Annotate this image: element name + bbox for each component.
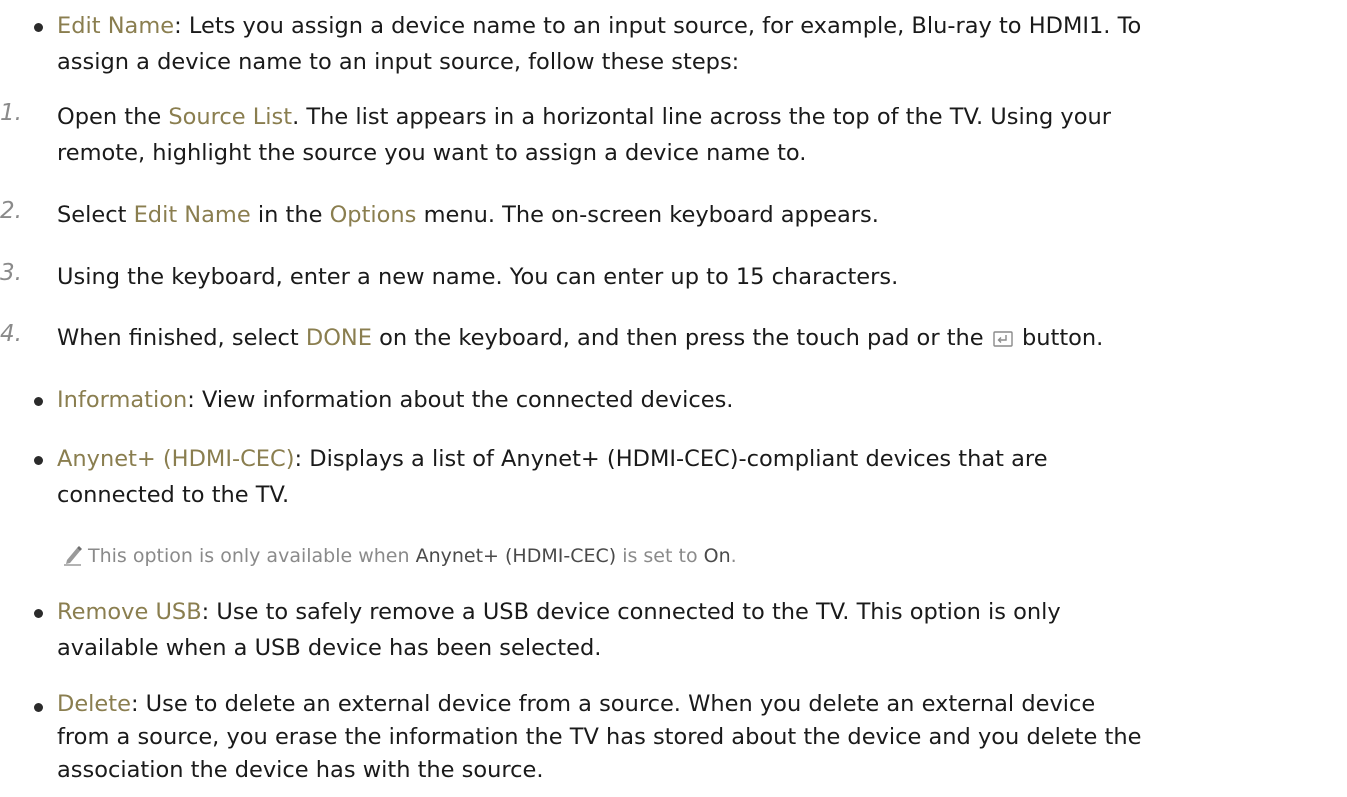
- bullet-text: Edit Name: Lets you assign a device name…: [57, 13, 1142, 75]
- bullet-text: Anynet+ (HDMI-CEC): Displays a list of A…: [57, 446, 1048, 508]
- term-remove-usb: Remove USB: [57, 599, 202, 625]
- step-text: Select Edit Name in the Options menu. Th…: [57, 202, 879, 228]
- bullet-text: Remove USB: Use to safely remove a USB d…: [57, 599, 1061, 661]
- enter-button-icon: [993, 322, 1013, 347]
- term-delete: Delete: [57, 691, 131, 717]
- bullet-dot: [34, 609, 43, 618]
- term-information: Information: [57, 387, 188, 413]
- step-text: When finished, select DONE on the keyboa…: [57, 320, 1342, 356]
- keyword-done: DONE: [305, 325, 372, 351]
- term-edit-name: Edit Name: [57, 13, 175, 39]
- bullet-dot: [34, 23, 43, 32]
- term-anynet: Anynet+ (HDMI-CEC): [57, 446, 295, 472]
- bullet-dot: [34, 703, 43, 712]
- bullet-text: Delete: Use to delete an external device…: [57, 691, 1142, 783]
- bullet-dot: [34, 456, 43, 465]
- bullet-dot: [34, 397, 43, 406]
- keyword-source-list: Source List: [168, 104, 293, 130]
- note-keyword-on: On: [703, 545, 731, 567]
- note-text: This option is only available when Anyne…: [88, 545, 737, 567]
- step-number: 2.: [0, 198, 22, 224]
- step-number: 4.: [0, 321, 22, 347]
- edit-name-desc-line1: Lets you assign a device name to an inpu…: [188, 13, 1142, 39]
- step-text: Using the keyboard, enter a new name. Yo…: [57, 264, 899, 290]
- pencil-icon: [63, 544, 83, 570]
- step-text: Open the Source List. The list appears i…: [57, 104, 1112, 166]
- edit-name-desc-line2: assign a device name to an input source,…: [57, 49, 740, 75]
- step-number: 1.: [0, 100, 22, 126]
- keyword-edit-name: Edit Name: [133, 202, 251, 228]
- keyword-options: Options: [329, 202, 417, 228]
- note-keyword-anynet: Anynet+ (HDMI-CEC): [415, 545, 617, 567]
- bullet-text: Information: View information about the …: [57, 387, 734, 413]
- step-number: 3.: [0, 260, 22, 286]
